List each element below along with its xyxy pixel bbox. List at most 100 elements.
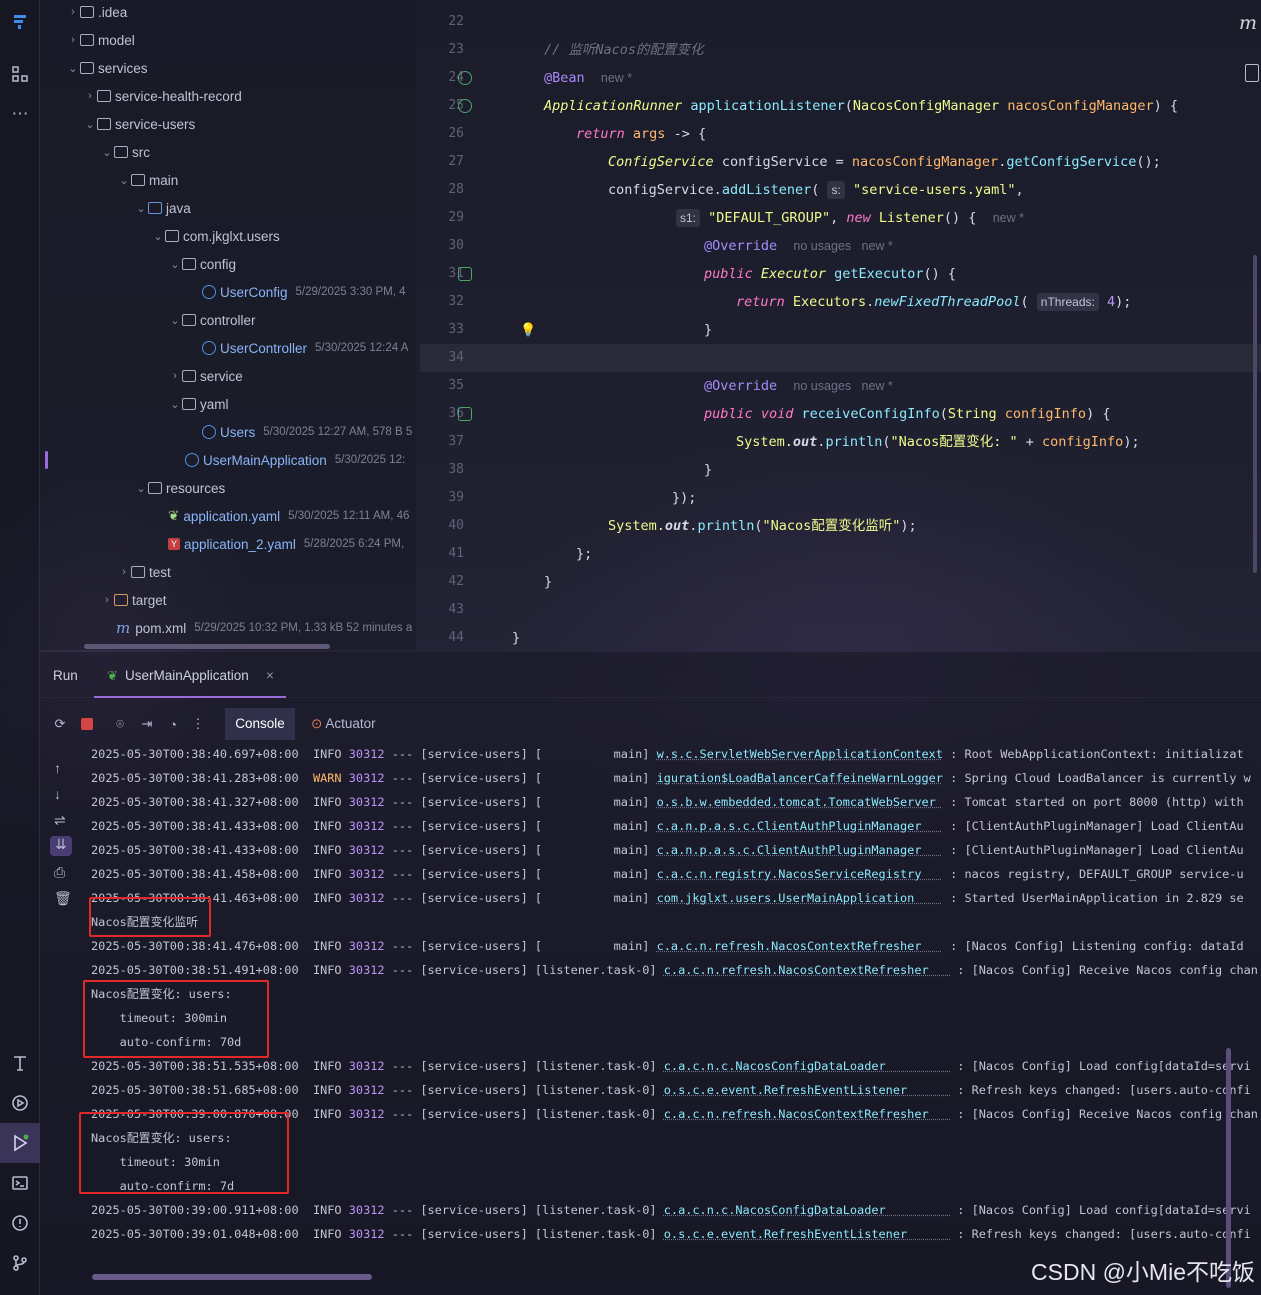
- active-tab-underline: [94, 696, 286, 698]
- log-level: INFO: [312, 1059, 342, 1073]
- tree-item[interactable]: ⌄ yaml: [168, 392, 228, 416]
- editor-scrollbar[interactable]: [1253, 255, 1257, 573]
- run-tool-window: Run ❦ UserMainApplication × ⟳ ⌾ ⇥ ◔ ⋮ Co…: [40, 652, 1261, 1295]
- tree-item[interactable]: ⌄ service-users: [83, 112, 195, 136]
- package-icon: [182, 258, 196, 270]
- log-pid: 30312: [348, 843, 385, 857]
- code-hint: new *: [600, 71, 633, 85]
- line-number: 35: [448, 378, 464, 393]
- tree-item[interactable]: UserConfig 5/29/2025 3:30 PM, 4: [188, 280, 406, 304]
- tree-item[interactable]: › target: [100, 588, 166, 612]
- log-line: 2025-05-30T00:39:01.048+08:00 INFO 30312…: [91, 1227, 1251, 1241]
- line-number: 22: [448, 14, 464, 29]
- code-type: Executor: [760, 266, 826, 282]
- log-message: : nacos registry, DEFAULT_GROUP service-…: [950, 867, 1244, 881]
- tree-item[interactable]: ⌄ java: [134, 196, 190, 220]
- tree-item[interactable]: Users 5/30/2025 12:27 AM, 578 B 5: [188, 420, 412, 444]
- screenshot-icon[interactable]: ⌾: [110, 714, 130, 734]
- notifications-icon[interactable]: m: [1239, 12, 1257, 34]
- profiler-icon[interactable]: ◔: [163, 714, 183, 734]
- tree-item[interactable]: ⌄ main: [117, 168, 178, 192]
- log-message: : Spring Cloud LoadBalancer is currently…: [950, 771, 1251, 785]
- ai-assistant-icon[interactable]: [1245, 64, 1259, 82]
- code-string: "Nacos配置变化监听": [762, 518, 901, 534]
- log-pid: 30312: [348, 819, 385, 833]
- package-icon: [165, 230, 179, 242]
- spring-boot-icon: ❦: [107, 668, 118, 683]
- tree-item[interactable]: Yapplication_2.yaml 5/28/2025 6:24 PM,: [154, 532, 404, 556]
- tree-item[interactable]: UserMainApplication 5/30/2025 12:: [171, 448, 405, 472]
- code-method: applicationListener: [690, 98, 845, 114]
- tree-item[interactable]: ❦ application.yaml 5/30/2025 12:11 AM, 46: [154, 504, 409, 528]
- line-number: 44: [448, 630, 464, 645]
- run-icon[interactable]: [0, 1123, 40, 1163]
- code-type: ApplicationRunner: [544, 98, 683, 114]
- tree-item[interactable]: › service: [168, 364, 243, 388]
- code-type: System.: [736, 434, 793, 450]
- line-number: 32: [448, 294, 464, 309]
- tree-item[interactable]: m pom.xml 5/29/2025 10:32 PM, 1.33 kB 52 m…: [102, 616, 412, 640]
- yaml-icon: Y: [168, 538, 180, 550]
- more-icon[interactable]: ⋯: [6, 100, 34, 128]
- highlight-box: [83, 980, 269, 1058]
- git-icon[interactable]: [6, 1249, 34, 1277]
- code-string: "service-users.yaml": [852, 182, 1016, 198]
- tree-item[interactable]: ⌄ controller: [168, 308, 255, 332]
- print-icon[interactable]: ⎙: [54, 864, 65, 881]
- soft-wrap-icon[interactable]: ⇌: [54, 812, 66, 829]
- code-number: 4: [1106, 294, 1116, 310]
- build-icon[interactable]: [6, 1049, 34, 1077]
- close-tab-icon[interactable]: ×: [266, 668, 274, 683]
- log-line: 2025-05-30T00:38:41.433+08:00 INFO 30312…: [91, 843, 1244, 857]
- more-options-icon[interactable]: ⋮: [188, 714, 208, 734]
- tree-item[interactable]: › .idea: [66, 0, 127, 24]
- terminal-icon[interactable]: [6, 1169, 34, 1197]
- scroll-up-icon[interactable]: ↑: [54, 760, 61, 776]
- tree-item[interactable]: ⌄ com.jkglxt.users: [151, 224, 279, 248]
- tree-item[interactable]: ⌄ resources: [134, 476, 225, 500]
- tab-console[interactable]: Console: [225, 708, 295, 740]
- tree-item[interactable]: ⌄ services: [66, 56, 147, 80]
- stop-icon[interactable]: [77, 714, 97, 734]
- param-hint: nThreads:: [1036, 293, 1099, 311]
- watermark: CSDN @小Mie不吃饭: [1031, 1259, 1255, 1285]
- exit-icon[interactable]: ⇥: [137, 714, 157, 734]
- tab-actuator[interactable]: ⊙ Actuator: [311, 716, 376, 732]
- bean-icon[interactable]: [458, 71, 472, 85]
- implement-icon[interactable]: [458, 407, 472, 421]
- tree-item[interactable]: › service-health-record: [83, 84, 242, 108]
- structure-icon[interactable]: [6, 60, 34, 88]
- tree-item[interactable]: UserController 5/30/2025 12:24 A: [188, 336, 408, 360]
- code-editor[interactable]: 22 23 24 25 26 27 28 29 30 31 32 33 34 35 36 37 38 39 40 41…: [420, 0, 1261, 652]
- scroll-down-icon[interactable]: ↓: [54, 786, 61, 802]
- run-config-tab[interactable]: UserMainApplication: [125, 668, 249, 683]
- problems-icon[interactable]: [6, 1209, 34, 1237]
- scroll-to-end-icon[interactable]: ⇊: [50, 836, 72, 856]
- log-pid: 30312: [348, 963, 385, 977]
- tree-item[interactable]: › model: [66, 28, 135, 52]
- log-message: : [Nacos Config] Receive Nacos config ch…: [957, 1107, 1258, 1121]
- console-h-scrollbar[interactable]: [92, 1274, 372, 1280]
- implement-icon[interactable]: [458, 267, 472, 281]
- services-icon[interactable]: [6, 1089, 34, 1117]
- code-method: println: [697, 518, 755, 534]
- lightbulb-icon[interactable]: 💡: [520, 322, 536, 338]
- tree-item[interactable]: ⌄ config: [168, 252, 236, 276]
- target-folder-icon: [114, 594, 128, 606]
- log-message: : Started UserMainApplication in 2.829 s…: [950, 891, 1244, 905]
- project-scrollbar[interactable]: [84, 644, 330, 649]
- clear-console-icon[interactable]: 🗑: [54, 890, 72, 907]
- tree-item[interactable]: › test: [117, 560, 171, 584]
- code-hint: new *: [992, 211, 1024, 225]
- bean-icon[interactable]: [458, 99, 472, 113]
- rerun-icon[interactable]: ⟳: [50, 714, 70, 734]
- log-line: 2025-05-30T00:38:41.433+08:00 INFO 30312…: [91, 819, 1244, 833]
- line-number: 42: [448, 574, 464, 589]
- package-icon: [182, 370, 196, 382]
- tree-item[interactable]: ⌄ src: [100, 140, 150, 164]
- logo-icon[interactable]: [6, 8, 34, 36]
- log-level: INFO: [312, 939, 342, 953]
- console-scrollbar[interactable]: [1226, 1048, 1231, 1288]
- log-message: : [ClientAuthPluginManager] Load ClientA…: [950, 843, 1244, 857]
- log-level: INFO: [312, 963, 342, 977]
